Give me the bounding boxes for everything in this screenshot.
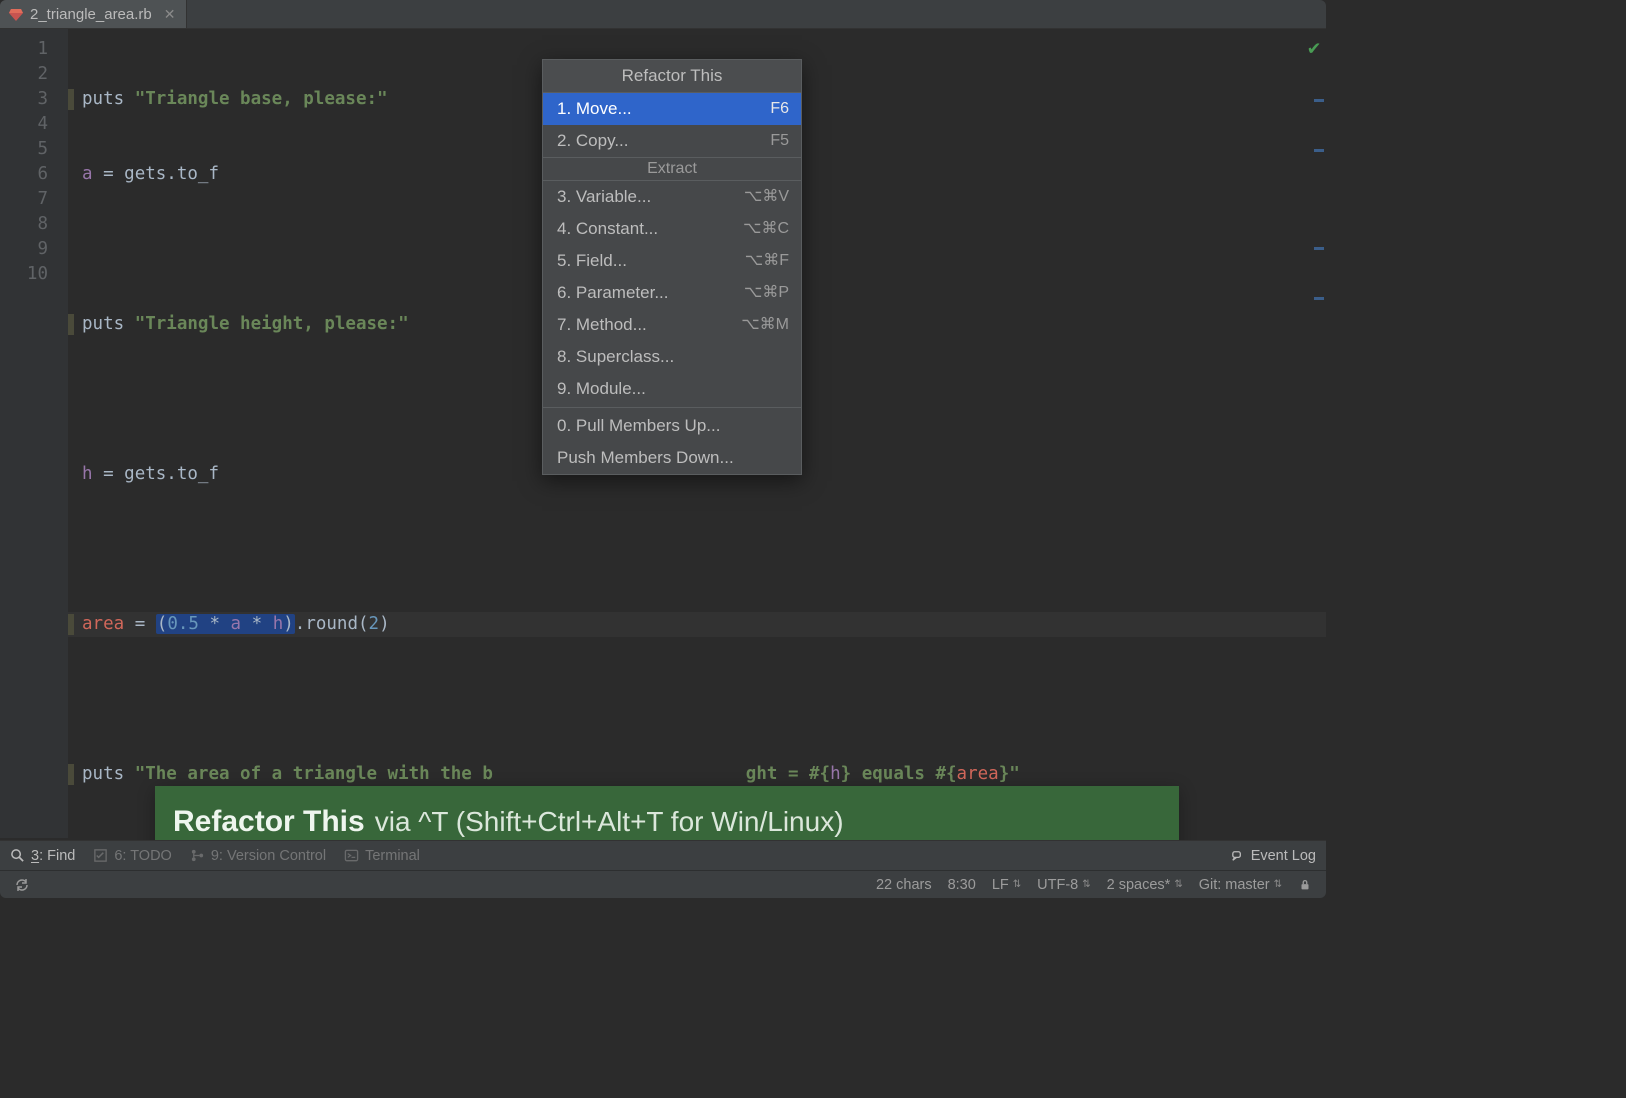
popup-item-label: 7. Method... [557, 313, 647, 337]
popup-section-extract: Extract [543, 157, 801, 181]
popup-item-shortcut: ⌥⌘C [743, 217, 789, 241]
popup-item-label: 1. Move... [557, 97, 632, 121]
refactor-popup: Refactor This 1. Move... F6 2. Copy... F… [542, 59, 802, 475]
lock-icon [1298, 878, 1312, 892]
status-bg-tasks[interactable] [14, 877, 30, 893]
line-number: 5 [0, 137, 48, 162]
popup-item-shortcut: ⌥⌘P [744, 281, 789, 305]
dropdown-arrows-icon: ⇅ [1013, 879, 1021, 890]
popup-item-label: 8. Superclass... [557, 345, 674, 369]
code-line-10[interactable]: puts "The area of a triangle with the bx… [68, 762, 1326, 787]
line-number: 4 [0, 112, 48, 137]
tool-vcs-label: 9: Version Control [211, 848, 326, 864]
tool-terminal-label: Terminal [365, 848, 420, 864]
stripe-mark[interactable] [1314, 247, 1324, 250]
change-marker [68, 614, 74, 635]
tool-vcs[interactable]: 9: Version Control [190, 848, 326, 864]
line-number: 10 [0, 262, 48, 287]
hint-text: via ^T (Shift+Ctrl+Alt+T for Win/Linux) [375, 806, 844, 838]
popup-item-parameter[interactable]: 6. Parameter... ⌥⌘P [543, 277, 801, 309]
popup-item-module[interactable]: 9. Module... [543, 373, 801, 405]
terminal-icon [344, 848, 359, 863]
change-marker [68, 314, 74, 335]
code-line-9[interactable] [68, 687, 1326, 712]
error-stripe: ✔ [1312, 29, 1326, 838]
dropdown-arrows-icon: ⇅ [1082, 879, 1090, 890]
selection: (0.5 * a * h) [156, 614, 295, 634]
editor-tab-active[interactable]: 2_triangle_area.rb ✕ [0, 0, 187, 28]
code-line-7[interactable] [68, 537, 1326, 562]
line-number: 8 [0, 212, 48, 237]
popup-item-move[interactable]: 1. Move... F6 [543, 93, 801, 125]
popup-item-superclass[interactable]: 8. Superclass... [543, 341, 801, 373]
line-number: 3 [0, 87, 48, 112]
popup-item-pull-up[interactable]: 0. Pull Members Up... [543, 410, 801, 442]
popup-item-label: 2. Copy... [557, 129, 629, 153]
popup-item-label: 6. Parameter... [557, 281, 669, 305]
tool-find-label: 3: Find [31, 848, 75, 864]
status-git-branch[interactable]: Git: master ⇅ [1199, 877, 1282, 893]
stripe-mark[interactable] [1314, 149, 1324, 152]
popup-item-label: 0. Pull Members Up... [557, 414, 720, 438]
popup-item-shortcut: F5 [770, 129, 789, 153]
popup-item-label: 9. Module... [557, 377, 646, 401]
line-number-gutter: 1 2 3 4 5 6 7 8 9 10 [0, 29, 68, 838]
tool-terminal[interactable]: Terminal [344, 848, 420, 864]
hint-title: Refactor This [173, 805, 365, 839]
change-marker [68, 764, 74, 785]
popup-item-push-down[interactable]: Push Members Down... [543, 442, 801, 474]
sync-icon [14, 877, 30, 893]
popup-separator [543, 407, 801, 408]
line-number: 7 [0, 187, 48, 212]
ruby-file-icon [8, 6, 24, 22]
popup-item-copy[interactable]: 2. Copy... F5 [543, 125, 801, 157]
line-number: 2 [0, 62, 48, 87]
popup-item-field[interactable]: 5. Field... ⌥⌘F [543, 245, 801, 277]
status-readonly-toggle[interactable] [1298, 878, 1312, 892]
tool-todo-label: 6: TODO [114, 848, 171, 864]
tool-event-log[interactable]: Event Log [1230, 848, 1316, 864]
popup-item-shortcut: F6 [770, 97, 789, 121]
popup-item-shortcut: ⌥⌘F [745, 249, 789, 273]
popup-item-label: 3. Variable... [557, 185, 651, 209]
popup-item-label: 5. Field... [557, 249, 627, 273]
tool-window-strip: 3: Find 6: TODO 9: Version Control Termi… [0, 840, 1326, 870]
status-bar: 22 chars 8:30 LF ⇅ UTF-8 ⇅ 2 spaces* ⇅ G… [0, 870, 1326, 898]
change-marker [68, 89, 74, 110]
tab-bar: 2_triangle_area.rb ✕ [0, 0, 1326, 29]
status-caret-position[interactable]: 8:30 [948, 877, 976, 893]
popup-item-method[interactable]: 7. Method... ⌥⌘M [543, 309, 801, 341]
inspection-ok-icon[interactable]: ✔ [1308, 35, 1320, 59]
line-number: 6 [0, 162, 48, 187]
dropdown-arrows-icon: ⇅ [1274, 879, 1282, 890]
code-line-8[interactable]: area = (0.5 * a * h).round(2) [68, 612, 1326, 637]
line-number: 9 [0, 237, 48, 262]
line-number: 1 [0, 37, 48, 62]
stripe-mark[interactable] [1314, 297, 1324, 300]
todo-icon [93, 848, 108, 863]
status-indent[interactable]: 2 spaces* ⇅ [1107, 877, 1183, 893]
search-icon [10, 848, 25, 863]
popup-item-shortcut: ⌥⌘V [744, 185, 789, 209]
popup-item-shortcut: ⌥⌘M [741, 313, 789, 337]
event-log-icon [1230, 848, 1245, 863]
popup-title: Refactor This [543, 60, 801, 93]
tab-filename: 2_triangle_area.rb [30, 6, 152, 23]
popup-item-label: 4. Constant... [557, 217, 658, 241]
dropdown-arrows-icon: ⇅ [1174, 879, 1182, 890]
status-encoding[interactable]: UTF-8 ⇅ [1037, 877, 1090, 893]
tool-find[interactable]: 3: Find [10, 848, 75, 864]
tool-todo[interactable]: 6: TODO [93, 848, 171, 864]
close-tab-icon[interactable]: ✕ [164, 6, 176, 23]
status-line-separator[interactable]: LF ⇅ [992, 877, 1021, 893]
popup-item-constant[interactable]: 4. Constant... ⌥⌘C [543, 213, 801, 245]
vcs-icon [190, 848, 205, 863]
status-selection-chars: 22 chars [876, 877, 932, 893]
tool-event-log-label: Event Log [1251, 848, 1316, 864]
popup-item-label: Push Members Down... [557, 446, 734, 470]
popup-item-variable[interactable]: 3. Variable... ⌥⌘V [543, 181, 801, 213]
stripe-mark[interactable] [1314, 99, 1324, 102]
